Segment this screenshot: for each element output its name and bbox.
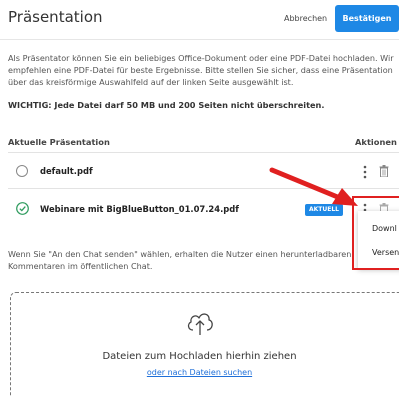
select-radio-default[interactable] [16,165,28,177]
table-header-divider [8,152,399,153]
browse-files-link[interactable]: oder nach Dateien suchen [0,368,399,377]
annotation-highlight-box [352,196,399,270]
file-name-default: default.pdf [40,166,93,176]
info-text: Als Präsentator können Sie ein beliebige… [8,53,394,87]
dropzone-text: Dateien zum Hochladen hierhin ziehen [102,351,297,362]
header-divider [0,39,399,40]
cloud-upload-icon [187,313,213,335]
file-name-current: Webinare mit BigBlueButton_01.07.24.pdf [40,204,239,214]
chat-note-text: Wenn Sie "An den Chat senden" wählen, er… [8,249,352,271]
selected-check-icon[interactable] [16,202,29,215]
column-header-actions: Aktionen [355,137,397,147]
confirm-button[interactable]: Bestätigen [335,5,399,32]
column-header-current: Aktuelle Präsentation [8,137,110,147]
warning-text: WICHTIG: Jede Datei darf 50 MB und 200 S… [8,100,325,110]
presentation-dialog: Präsentation Abbrechen Bestätigen Als Pr… [0,0,399,396]
file-dropzone[interactable] [10,292,399,396]
annotation-arrow [269,167,358,206]
trash-icon[interactable] [379,165,389,177]
dialog-title: Präsentation [8,8,103,26]
cancel-button[interactable]: Abbrechen [276,8,336,30]
